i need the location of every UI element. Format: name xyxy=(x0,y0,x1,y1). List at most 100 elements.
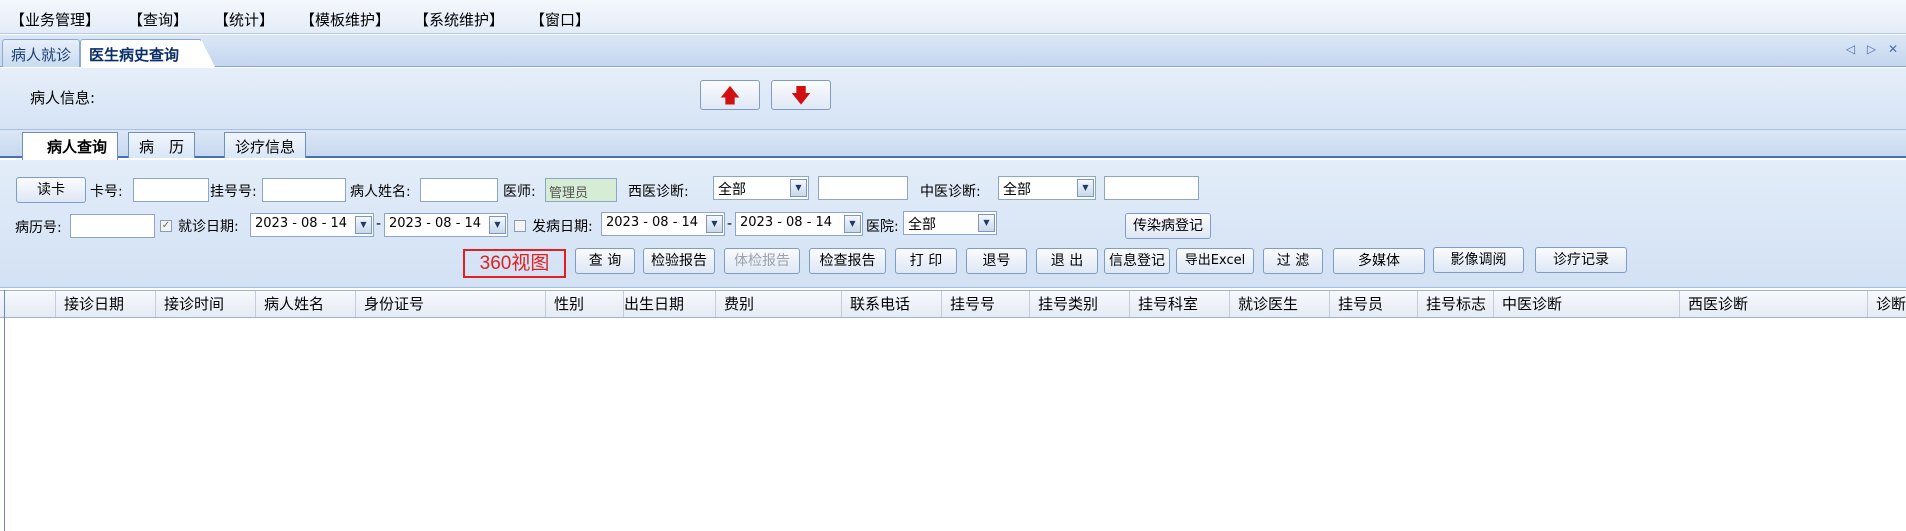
chevron-down-icon[interactable]: ▼ xyxy=(790,179,807,197)
menu-bar: 【业务管理】 【查询】 【统计】 【模板维护】 【系统维护】 【窗口】 xyxy=(0,0,1906,34)
chevron-down-icon[interactable]: ▼ xyxy=(1077,179,1094,197)
patient-name-input[interactable] xyxy=(420,178,498,202)
column-header[interactable]: 挂号科室 xyxy=(1130,291,1230,317)
tab-patient-query[interactable]: 病人查询 xyxy=(22,132,119,160)
column-header[interactable]: 挂号员 xyxy=(1330,291,1418,317)
card-no-label: 卡号: xyxy=(90,184,123,200)
column-header[interactable]: 诊断 xyxy=(1868,291,1906,317)
column-header[interactable]: 挂号号 xyxy=(942,291,1030,317)
export-excel-button[interactable]: 导出Excel xyxy=(1176,248,1254,274)
reg-no-input[interactable] xyxy=(262,178,346,202)
hospital-value: 全部 xyxy=(908,217,936,233)
chevron-down-icon[interactable]: ▼ xyxy=(844,215,861,233)
onset-date-from-value: 2023 - 08 - 14 xyxy=(606,215,699,230)
tab-treatment-info[interactable]: 诊疗信息 xyxy=(224,132,307,158)
column-header[interactable]: 中医诊断 xyxy=(1494,291,1680,317)
visit-date-checkbox[interactable]: ✓ xyxy=(160,220,172,232)
arrow-down-icon: 🡇 xyxy=(790,83,812,107)
results-table-header: 接诊日期 接诊时间 病人姓名 身份证号 性别 出生日期 费别 联系电话 挂号号 … xyxy=(0,290,1906,318)
patient-info-label: 病人信息: xyxy=(30,89,96,107)
onset-date-to-value: 2023 - 08 - 14 xyxy=(740,215,833,230)
treatment-record-button[interactable]: 诊疗记录 xyxy=(1535,247,1627,273)
tcm-diagnosis-input[interactable] xyxy=(1104,176,1199,200)
visit-date-to[interactable]: 2023 - 08 - 14 ▼ xyxy=(384,213,508,237)
visit-date-to-value: 2023 - 08 - 14 xyxy=(389,216,482,231)
read-card-button[interactable]: 读卡 xyxy=(16,177,86,203)
grid-left-border xyxy=(4,290,5,531)
date-range-dash: - xyxy=(727,216,733,232)
query-button[interactable]: 查 询 xyxy=(575,248,635,274)
hospital-select[interactable]: 全部 ▼ xyxy=(903,211,997,235)
column-header[interactable]: 费别 xyxy=(716,291,842,317)
tab-doctor-history-query[interactable]: 医生病史查询 xyxy=(80,39,216,67)
360-view-button[interactable]: 360视图 xyxy=(463,249,566,278)
results-table-body[interactable] xyxy=(0,318,1906,531)
western-diagnosis-input[interactable] xyxy=(818,176,908,200)
column-header[interactable]: 接诊时间 xyxy=(156,291,256,317)
tcm-diagnosis-label: 中医诊断: xyxy=(920,184,981,200)
exam-report-button[interactable]: 检查报告 xyxy=(809,248,886,274)
document-tab-bar: 病人就诊 医生病史查询 xyxy=(0,35,1906,67)
menu-query[interactable]: 【查询】 xyxy=(128,9,188,30)
column-header[interactable]: 挂号类别 xyxy=(1030,291,1130,317)
onset-date-from[interactable]: 2023 - 08 - 14 ▼ xyxy=(601,212,725,236)
visit-date-from-value: 2023 - 08 - 14 xyxy=(255,216,348,231)
column-header[interactable]: 病人姓名 xyxy=(256,291,356,317)
hospital-label: 医院: xyxy=(866,219,899,235)
record-no-input[interactable] xyxy=(70,214,155,238)
visit-date-from[interactable]: 2023 - 08 - 14 ▼ xyxy=(250,213,374,237)
tab-patient-visit[interactable]: 病人就诊 xyxy=(2,39,81,67)
info-register-button[interactable]: 信息登记 xyxy=(1104,248,1170,274)
column-header[interactable]: 西医诊断 xyxy=(1680,291,1868,317)
physical-exam-report-button[interactable]: 体检报告 xyxy=(724,248,800,274)
chevron-down-icon[interactable]: ▼ xyxy=(489,216,506,234)
column-header[interactable]: 接诊日期 xyxy=(56,291,156,317)
chevron-down-icon[interactable]: ▼ xyxy=(978,214,995,232)
column-header[interactable]: 联系电话 xyxy=(842,291,942,317)
onset-date-to[interactable]: 2023 - 08 - 14 ▼ xyxy=(735,212,863,236)
query-panel: 读卡 卡号: 挂号号: 病人姓名: 医师: 管理员 西医诊断: 全部 ▼ 中医诊… xyxy=(0,160,1906,288)
image-view-button[interactable]: 影像调阅 xyxy=(1433,247,1524,273)
menu-system[interactable]: 【系统维护】 xyxy=(414,9,504,30)
column-header[interactable]: 挂号标志 xyxy=(1418,291,1494,317)
sub-tab-bar: 病人查询 病 历 诊疗信息 xyxy=(0,130,1906,160)
print-button[interactable]: 打 印 xyxy=(895,248,957,274)
reg-no-label: 挂号号: xyxy=(210,184,257,200)
onset-date-label: 发病日期: xyxy=(532,219,593,235)
chevron-down-icon[interactable]: ▼ xyxy=(355,216,372,234)
record-no-label: 病历号: xyxy=(15,220,62,236)
visit-date-label: 就诊日期: xyxy=(178,219,239,235)
chevron-down-icon[interactable]: ▼ xyxy=(706,215,723,233)
infectious-disease-register-button[interactable]: 传染病登记 xyxy=(1125,213,1211,239)
column-header[interactable]: 身份证号 xyxy=(356,291,546,317)
tab-medical-record[interactable]: 病 历 xyxy=(128,132,196,158)
western-diagnosis-label: 西医诊断: xyxy=(628,184,689,200)
lab-report-button[interactable]: 检验报告 xyxy=(643,248,715,274)
column-header[interactable]: 就诊医生 xyxy=(1230,291,1330,317)
down-arrow-button[interactable]: 🡇 xyxy=(771,80,831,110)
arrow-up-icon: 🡅 xyxy=(719,83,741,107)
western-diagnosis-select[interactable]: 全部 ▼ xyxy=(713,176,809,200)
doctor-label: 医师: xyxy=(503,184,536,200)
multimedia-button[interactable]: 多媒体 xyxy=(1333,248,1425,274)
column-header[interactable]: 出生日期 xyxy=(616,291,716,317)
exit-button[interactable]: 退 出 xyxy=(1036,248,1098,274)
tcm-diagnosis-select[interactable]: 全部 ▼ xyxy=(998,176,1096,200)
menu-business[interactable]: 【业务管理】 xyxy=(10,9,100,30)
date-range-dash: - xyxy=(376,216,382,232)
patient-name-label: 病人姓名: xyxy=(350,184,411,200)
up-arrow-button[interactable]: 🡅 xyxy=(700,80,760,110)
doctor-input[interactable]: 管理员 xyxy=(545,178,617,202)
menu-template[interactable]: 【模板维护】 xyxy=(300,9,390,30)
tab-scroll-controls[interactable]: ◁ ▷ ✕ xyxy=(1846,42,1902,56)
patient-info-panel: 病人信息: 🡅 🡇 xyxy=(0,68,1906,130)
western-diagnosis-value: 全部 xyxy=(718,182,746,198)
onset-date-checkbox[interactable] xyxy=(514,220,526,232)
tcm-diagnosis-value: 全部 xyxy=(1003,182,1031,198)
filter-button[interactable]: 过 滤 xyxy=(1263,248,1323,274)
menu-statistics[interactable]: 【统计】 xyxy=(214,9,274,30)
menu-window[interactable]: 【窗口】 xyxy=(530,9,590,30)
card-no-input[interactable] xyxy=(133,178,209,202)
column-header[interactable]: 性别 xyxy=(546,291,624,317)
cancel-registration-button[interactable]: 退号 xyxy=(966,248,1027,274)
